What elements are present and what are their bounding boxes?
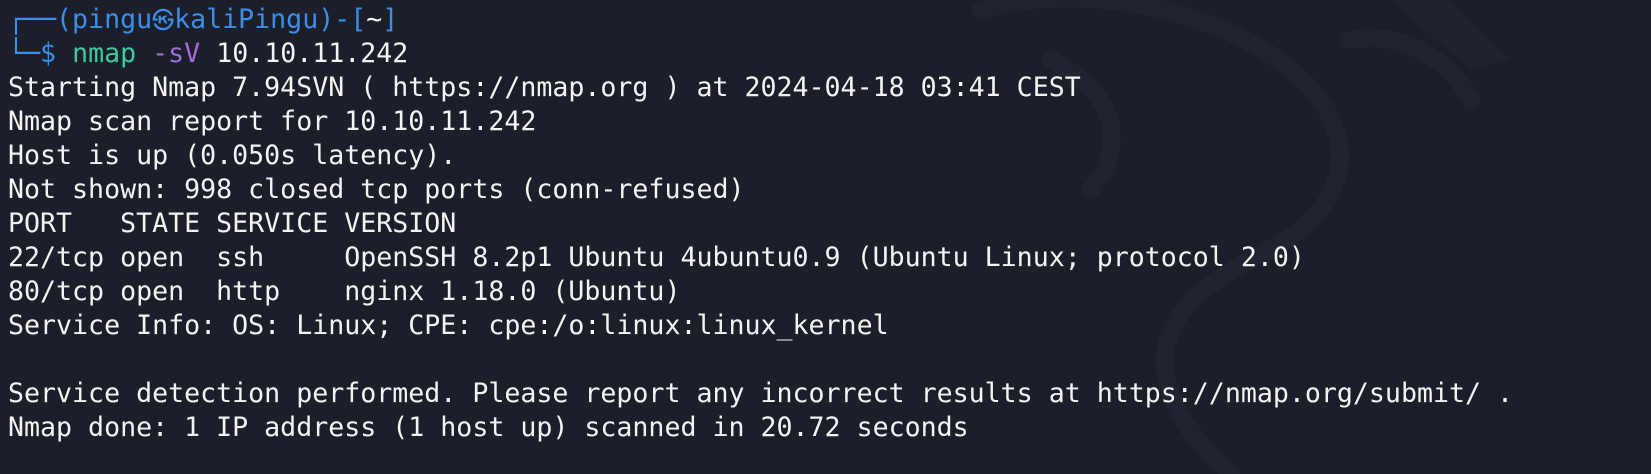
command-target: 10.10.11.242 xyxy=(216,38,409,69)
prompt-user: pingu xyxy=(72,4,153,35)
output-line: Service Info: OS: Linux; CPE: cpe:/o:lin… xyxy=(8,310,889,341)
output-line: Not shown: 998 closed tcp ports (conn-re… xyxy=(8,174,745,205)
output-line: Nmap done: 1 IP address (1 host up) scan… xyxy=(8,412,969,443)
prompt-host: kaliPingu xyxy=(174,4,319,35)
output-line: Starting Nmap 7.94SVN ( https://nmap.org… xyxy=(8,72,1081,103)
port-table-row: 80/tcp open http nginx 1.18.0 (Ubuntu) xyxy=(8,276,681,307)
prompt-end: ] xyxy=(382,4,399,35)
prompt-cwd: ~ xyxy=(366,4,383,35)
kali-skull-icon: ㉿ xyxy=(152,9,175,34)
output-line: Nmap scan report for 10.10.11.242 xyxy=(8,106,537,137)
port-table-row: 22/tcp open ssh OpenSSH 8.2p1 Ubuntu 4ub… xyxy=(8,242,1305,273)
prompt-line: ┌──(pingu㉿kaliPingu)-[~] xyxy=(8,3,1513,37)
prompt-symbol: $ xyxy=(40,38,57,69)
command-line[interactable]: └─$ nmap -sV 10.10.11.242 xyxy=(8,37,1513,71)
output-line: Service detection performed. Please repo… xyxy=(8,378,1514,409)
prompt-frame-top: ┌──( xyxy=(8,4,73,35)
output-line: Host is up (0.050s latency). xyxy=(8,140,457,171)
prompt-frame-bottom: └─ xyxy=(8,38,41,69)
terminal-output: ┌──(pingu㉿kaliPingu)-[~] └─$ nmap -sV 10… xyxy=(8,3,1513,445)
command-flag: -sV xyxy=(152,38,201,69)
command-program: nmap xyxy=(72,38,137,69)
terminal-window[interactable]: ┌──(pingu㉿kaliPingu)-[~] └─$ nmap -sV 10… xyxy=(0,0,1651,474)
prompt-mid: )-[ xyxy=(318,4,367,35)
port-table-header: PORT STATE SERVICE VERSION xyxy=(8,208,457,239)
